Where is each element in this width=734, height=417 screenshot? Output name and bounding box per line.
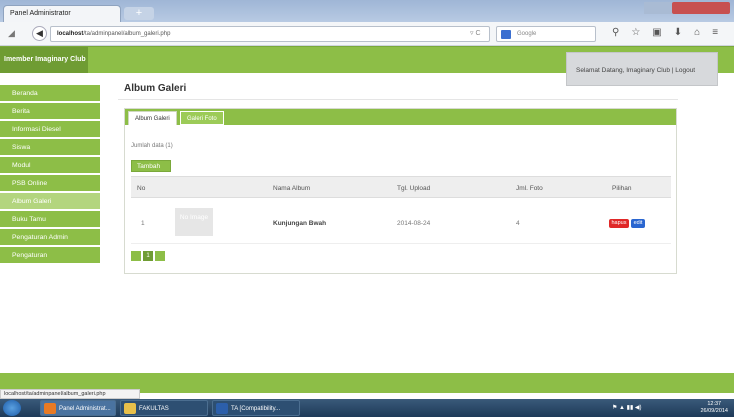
- table-row: 1 No Image Kunjungan Bwah 2014-08-24 4 h…: [131, 201, 671, 244]
- pagination: 1: [131, 251, 165, 261]
- tab-album-galeri[interactable]: Album Galeri: [128, 111, 177, 125]
- taskbar: Panel Administrat... FAKULTAS TA [Compat…: [0, 399, 734, 417]
- upload-date: 2014-08-24: [397, 220, 431, 227]
- sidebar-item-pengaturan-admin[interactable]: Pengaturan Admin: [0, 229, 100, 246]
- delete-button[interactable]: hapus: [609, 219, 629, 228]
- word-icon: [216, 403, 228, 414]
- photo-count: 4: [516, 220, 520, 227]
- album-thumbnail[interactable]: No Image: [175, 208, 213, 236]
- window-minimize-button[interactable]: [644, 2, 672, 14]
- album-name: Kunjungan Bwah: [273, 220, 327, 227]
- sidebar-item-psb-online[interactable]: PSB Online: [0, 175, 100, 192]
- sidebar: Beranda Berita Informasi Diesel Siswa Mo…: [0, 73, 100, 373]
- page-title: Album Galeri: [124, 83, 187, 94]
- divider: [118, 99, 678, 100]
- sidebar-item-beranda[interactable]: Beranda: [0, 85, 100, 102]
- brand-logo[interactable]: Imember Imaginary Club: [0, 47, 88, 73]
- column-header-no: No: [137, 185, 146, 192]
- row-number: 1: [141, 220, 145, 227]
- table-header: No Nama Album Tgl. Upload Jml. Foto Pili…: [131, 176, 671, 198]
- firefox-icon: [44, 403, 56, 414]
- new-tab-button[interactable]: +: [124, 7, 154, 20]
- next-page-button[interactable]: [155, 251, 165, 261]
- column-header-date: Tgl. Upload: [397, 185, 431, 192]
- folder-icon: [124, 403, 136, 414]
- url-host: localhost: [57, 31, 84, 37]
- task-word[interactable]: TA [Compatibility...: [212, 400, 300, 416]
- search-placeholder: Google: [517, 31, 537, 37]
- search-engine-icon: [501, 30, 511, 39]
- start-button[interactable]: [3, 400, 21, 416]
- home-icon[interactable]: ⌂: [694, 27, 700, 38]
- column-header-actions: Pilihan: [612, 185, 632, 192]
- back-button[interactable]: ◀: [32, 26, 47, 41]
- url-bar[interactable]: localhost/ta/adminpanel/album_galeri.php: [50, 26, 490, 42]
- lock-icon: ◢: [8, 28, 15, 38]
- sidebar-item-pengaturan[interactable]: Pengaturan: [0, 247, 100, 264]
- reload-icon[interactable]: ▿ C: [470, 26, 481, 42]
- task-firefox[interactable]: Panel Administrat...: [40, 400, 116, 416]
- task-label: TA [Compatibility...: [231, 406, 281, 412]
- browser-tab-title: Panel Administrator: [10, 10, 71, 17]
- search-icon[interactable]: ⚲: [612, 27, 619, 38]
- add-album-button[interactable]: Tambah: [131, 160, 171, 172]
- task-label: FAKULTAS: [139, 406, 169, 412]
- task-folder[interactable]: FAKULTAS: [120, 400, 208, 416]
- system-tray-icons[interactable]: ⚑ ▲ ▮▮ ◀): [612, 404, 642, 411]
- bookmarks-icon[interactable]: ▣: [652, 27, 661, 38]
- sidebar-item-modul[interactable]: Modul: [0, 157, 100, 174]
- search-input[interactable]: Google: [496, 26, 596, 42]
- clock-time: 12:37: [707, 401, 722, 407]
- url-path: /ta/adminpanel/album_galeri.php: [83, 31, 171, 37]
- menu-icon[interactable]: ≡: [712, 27, 718, 38]
- sidebar-item-album-galeri[interactable]: Album Galeri: [0, 193, 100, 210]
- column-header-name: Nama Album: [273, 185, 311, 192]
- sidebar-item-buku-tamu[interactable]: Buku Tamu: [0, 211, 100, 228]
- bookmark-star-icon[interactable]: ☆: [631, 27, 640, 38]
- clock[interactable]: 12:37 26/09/2014: [700, 401, 728, 415]
- page-1-button[interactable]: 1: [143, 251, 153, 261]
- welcome-box[interactable]: Selamat Datang, Imaginary Club | Logout: [566, 52, 718, 86]
- task-label: Panel Administrat...: [59, 406, 111, 412]
- sidebar-item-berita[interactable]: Berita: [0, 103, 100, 120]
- download-icon[interactable]: ⬇: [674, 27, 682, 38]
- toolbar-icons: ⚲ ☆ ▣ ⬇ ⌂ ≡: [612, 27, 718, 38]
- browser-navbar: ◢ ◀ localhost/ta/adminpanel/album_galeri…: [0, 22, 734, 46]
- window-close-button[interactable]: [672, 2, 730, 14]
- data-count: Jumlah data (1): [131, 143, 173, 149]
- clock-date: 26/09/2014: [700, 408, 728, 414]
- status-url: localhost/ta/adminpanel/album_galeri.php: [0, 389, 140, 399]
- edit-button[interactable]: edit: [631, 219, 645, 228]
- sidebar-item-informasi[interactable]: Informasi Diesel: [0, 121, 100, 138]
- sidebar-item-siswa[interactable]: Siswa: [0, 139, 100, 156]
- browser-tabstrip: Panel Administrator +: [0, 0, 734, 22]
- column-header-photos: Jml. Foto: [516, 185, 543, 192]
- browser-tab[interactable]: Panel Administrator: [3, 5, 121, 22]
- album-panel: Album Galeri Galeri Foto Jumlah data (1)…: [124, 108, 677, 274]
- prev-page-button[interactable]: [131, 251, 141, 261]
- tab-bar: Album Galeri Galeri Foto: [125, 109, 676, 125]
- tab-galeri-foto[interactable]: Galeri Foto: [180, 111, 224, 125]
